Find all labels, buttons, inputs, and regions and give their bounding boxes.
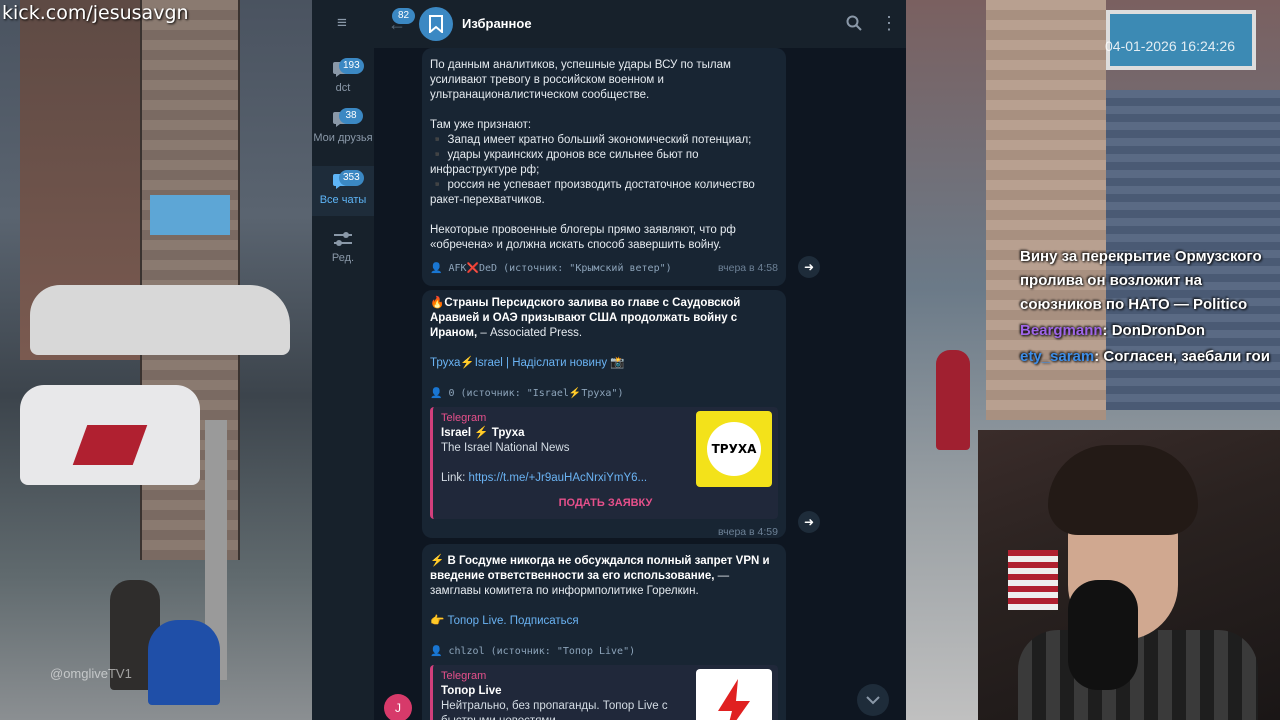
lightning-logo-icon <box>718 679 750 720</box>
folder-label: Мои друзья <box>313 132 373 144</box>
message-source: 👤 AFK❌DeD (источник: "Крымский ветер") <box>430 263 672 274</box>
stream-layout: @omgliveTV1 kick.com/jesusavgn ≡ 193 dct… <box>0 0 1280 720</box>
chevron-down-icon <box>866 696 880 705</box>
unread-badge: 82 <box>392 8 416 24</box>
user-avatar[interactable]: J <box>384 694 412 720</box>
mailbox <box>148 620 220 705</box>
scroll-down-button[interactable] <box>857 684 889 716</box>
message-text: ▪️ россия не успевает производить достат… <box>430 179 755 206</box>
stream-chat-overlay: Вину за перекрытие Ормузского пролива он… <box>1020 245 1270 371</box>
preview-thumbnail <box>696 669 772 720</box>
flag <box>1008 550 1058 610</box>
folder-label: Все чаты <box>319 194 367 206</box>
pedestrian <box>936 350 970 450</box>
apply-button[interactable]: ПОДАТЬ ЗАЯВКУ <box>433 496 778 511</box>
preview-link-label: Link: <box>441 472 469 484</box>
plaid-shirt <box>1018 630 1258 720</box>
folder-badge: 193 <box>339 58 364 74</box>
message-bubble[interactable]: ⚡️ В Госдуме никогда не обсуждался полны… <box>422 544 786 720</box>
folder-badge: 38 <box>339 108 363 124</box>
message-text: По данным аналитиков, успешные удары ВСУ… <box>430 59 731 101</box>
message-bubble[interactable]: 🔥Страны Персидского залива во главе с Са… <box>422 290 786 538</box>
folder-dct[interactable]: 193 dct <box>312 54 374 100</box>
chat-text: : Согласен, заебали гои <box>1094 348 1270 365</box>
folder-badge: 353 <box>339 170 364 186</box>
message-time: вчера в 4:58 <box>718 262 778 274</box>
cam-timestamp: 04-01-2026 16:24:26 <box>1105 38 1235 54</box>
message-time: вчера в 4:59 <box>718 526 778 538</box>
chat-title[interactable]: Избранное <box>462 16 532 31</box>
folder-edit[interactable]: Ред. <box>312 226 374 266</box>
chat-username: Beargmann <box>1020 322 1103 339</box>
folder-sidebar: ≡ 193 dct 38 Мои друзья 353 Все чаты Ред… <box>312 0 374 720</box>
message-list[interactable]: По данным аналитиков, успешные удары ВСУ… <box>374 48 906 720</box>
microphone <box>1068 580 1138 690</box>
bookmark-icon <box>429 15 443 33</box>
police-stripe <box>72 425 148 465</box>
forward-arrow-icon[interactable]: ➜ <box>798 511 820 533</box>
telegram-window: ≡ 193 dct 38 Мои друзья 353 Все чаты Ред… <box>312 0 906 720</box>
preview-thumbnail: ТРУХА <box>696 411 772 487</box>
message-meta: 👤 chlzol (источник: "Топор Live") <box>430 644 778 659</box>
chat-message: ety_saram: Согласен, заебали гои <box>1020 345 1270 369</box>
police-car <box>20 385 200 485</box>
channel-link[interactable]: 👉 Топор Live. Подписаться <box>430 614 778 629</box>
hamburger-menu-icon[interactable]: ≡ <box>333 14 351 32</box>
message-text: Некоторые провоенные блогеры прямо заявл… <box>430 224 736 251</box>
pillar-band <box>150 195 230 235</box>
forward-arrow-icon[interactable]: ➜ <box>798 256 820 278</box>
folder-all-chats[interactable]: 353 Все чаты <box>312 166 374 216</box>
cctv-feed-left: @omgliveTV1 <box>0 0 312 720</box>
white-car <box>30 285 290 355</box>
chat-text: : DonDronDon <box>1102 322 1206 339</box>
streamer-webcam <box>978 430 1280 720</box>
message-text: ▪️ удары украинских дронов все сильнее б… <box>430 149 699 176</box>
link-preview[interactable]: Telegram Топор Live Нейтрально, без проп… <box>430 665 778 720</box>
message-meta: вчера в 4:59 <box>430 525 778 540</box>
more-options-icon[interactable]: ⋮ <box>880 14 898 32</box>
saved-messages-avatar[interactable] <box>419 7 453 41</box>
message-meta: 👤 0 (источник: "Israel⚡️Труха") <box>430 386 778 401</box>
message-source: 👤 0 (источник: "Israel⚡️Труха") <box>430 388 624 399</box>
preview-link-url[interactable]: https://t.me/+Jr9auHAcNrxiYmY6... <box>469 472 648 484</box>
hair <box>1048 445 1198 535</box>
chat-message: Вину за перекрытие Ормузского пролива он… <box>1020 245 1270 317</box>
message-text: ⚡️ В Госдуме никогда не обсуждался полны… <box>430 554 778 599</box>
message-body: – Associated Press. <box>477 327 583 339</box>
chat-text: Вину за перекрытие Ормузского пролива он… <box>1020 248 1262 313</box>
trukha-logo: ТРУХА <box>707 422 761 476</box>
message-bubble[interactable]: По данным аналитиков, успешные удары ВСУ… <box>422 48 786 286</box>
chat-username: ety_saram <box>1020 348 1095 365</box>
folder-label: Ред. <box>331 252 355 264</box>
link-preview[interactable]: Telegram Israel ⚡️ Труха The Israel Nati… <box>430 407 778 519</box>
stream-url: kick.com/jesusavgn <box>2 2 189 24</box>
message-source: 👤 chlzol (источник: "Топор Live") <box>430 646 636 657</box>
message-text: ▪️ Запад имеет кратно больший экономичес… <box>430 134 752 146</box>
message-text: Там уже признают: <box>430 119 532 131</box>
search-icon[interactable] <box>846 15 862 31</box>
message-text: 🔥Страны Персидского залива во главе с Са… <box>430 296 778 341</box>
preview-desc: Нейтрально, без пропаганды. Топор Live с… <box>441 700 668 720</box>
channel-link[interactable]: Труха⚡️Israel | Надіслати новину 📸 <box>430 356 778 371</box>
chat-message: Beargmann: DonDronDon <box>1020 319 1270 343</box>
cam-watermark: @omgliveTV1 <box>50 666 132 681</box>
message-meta: 👤 AFK❌DeD (источник: "Крымский ветер") в… <box>430 261 778 276</box>
folder-my-friends[interactable]: 38 Мои друзья <box>312 104 374 162</box>
folder-label: dct <box>335 82 351 94</box>
chat-header: ← 82 Избранное ⋮ <box>374 0 906 48</box>
sliders-icon <box>334 232 352 246</box>
